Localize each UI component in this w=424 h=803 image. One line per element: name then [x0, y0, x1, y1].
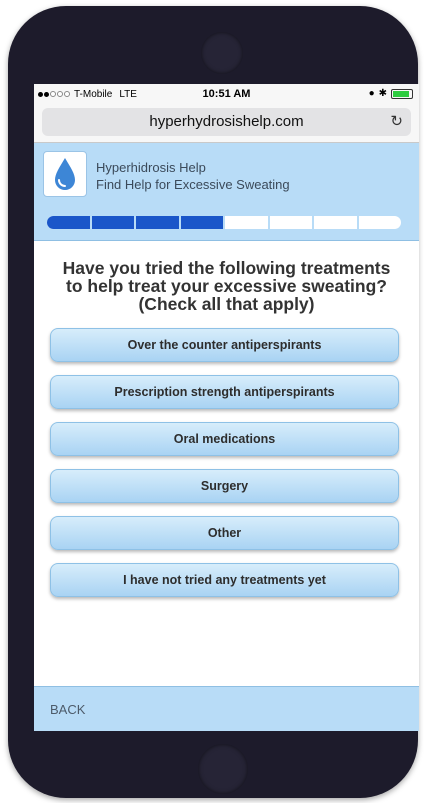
question-line-1: Have you tried the following treatments	[62, 258, 391, 278]
app-header: Hyperhidrosis Help Find Help for Excessi…	[34, 143, 419, 241]
water-drop-icon	[55, 158, 75, 190]
progress-segment	[180, 216, 225, 229]
status-right: ● ✱	[369, 88, 413, 99]
progress-segment	[359, 216, 402, 229]
back-button[interactable]: BACK	[50, 702, 85, 717]
progress-segment	[91, 216, 136, 229]
progress-segment	[47, 216, 92, 229]
browser-toolbar: hyperhydrosishelp.com ↻	[34, 104, 419, 143]
phone-screen: T-Mobile LTE 10:51 AM ● ✱ hyperhydrosish…	[34, 84, 419, 731]
question-text: Have you tried the following treatments …	[42, 259, 411, 313]
option-otc-antiperspirants[interactable]: Over the counter antiperspirants	[50, 328, 399, 362]
status-time: 10:51 AM	[202, 88, 251, 100]
progress-segment	[136, 216, 181, 229]
option-surgery[interactable]: Surgery	[50, 469, 399, 503]
option-prescription-antiperspirants[interactable]: Prescription strength antiperspirants	[50, 375, 399, 409]
app-subtitle: Find Help for Excessive Sweating	[96, 177, 290, 192]
status-bar: T-Mobile LTE 10:51 AM ● ✱	[34, 84, 419, 104]
progress-segment	[225, 216, 270, 229]
camera-icon	[201, 32, 243, 74]
options-list: Over the counter antiperspirants Prescri…	[50, 328, 399, 610]
progress-bar	[47, 216, 401, 229]
url-text: hyperhydrosishelp.com	[149, 113, 304, 130]
app-logo	[43, 151, 87, 197]
question-line-2: to help treat your excessive sweating?	[66, 276, 387, 296]
progress-segment	[270, 216, 314, 229]
home-button[interactable]	[198, 744, 248, 794]
moon-icon: ●	[368, 88, 375, 99]
option-oral-medications[interactable]: Oral medications	[50, 422, 399, 456]
app-title-block: Hyperhidrosis Help Find Help for Excessi…	[96, 159, 290, 193]
reload-icon[interactable]: ↻	[390, 108, 403, 136]
question-line-3: (Check all that apply)	[138, 294, 315, 314]
address-bar[interactable]: hyperhydrosishelp.com ↻	[42, 108, 411, 136]
app-title: Hyperhidrosis Help	[96, 160, 206, 175]
progress-segment	[314, 216, 359, 229]
bottom-bar: BACK	[34, 686, 419, 731]
option-no-treatments[interactable]: I have not tried any treatments yet	[50, 563, 399, 597]
option-other[interactable]: Other	[50, 516, 399, 550]
bluetooth-icon: ✱	[378, 88, 387, 99]
battery-icon	[391, 88, 413, 99]
phone-frame: T-Mobile LTE 10:51 AM ● ✱ hyperhydrosish…	[8, 6, 419, 798]
